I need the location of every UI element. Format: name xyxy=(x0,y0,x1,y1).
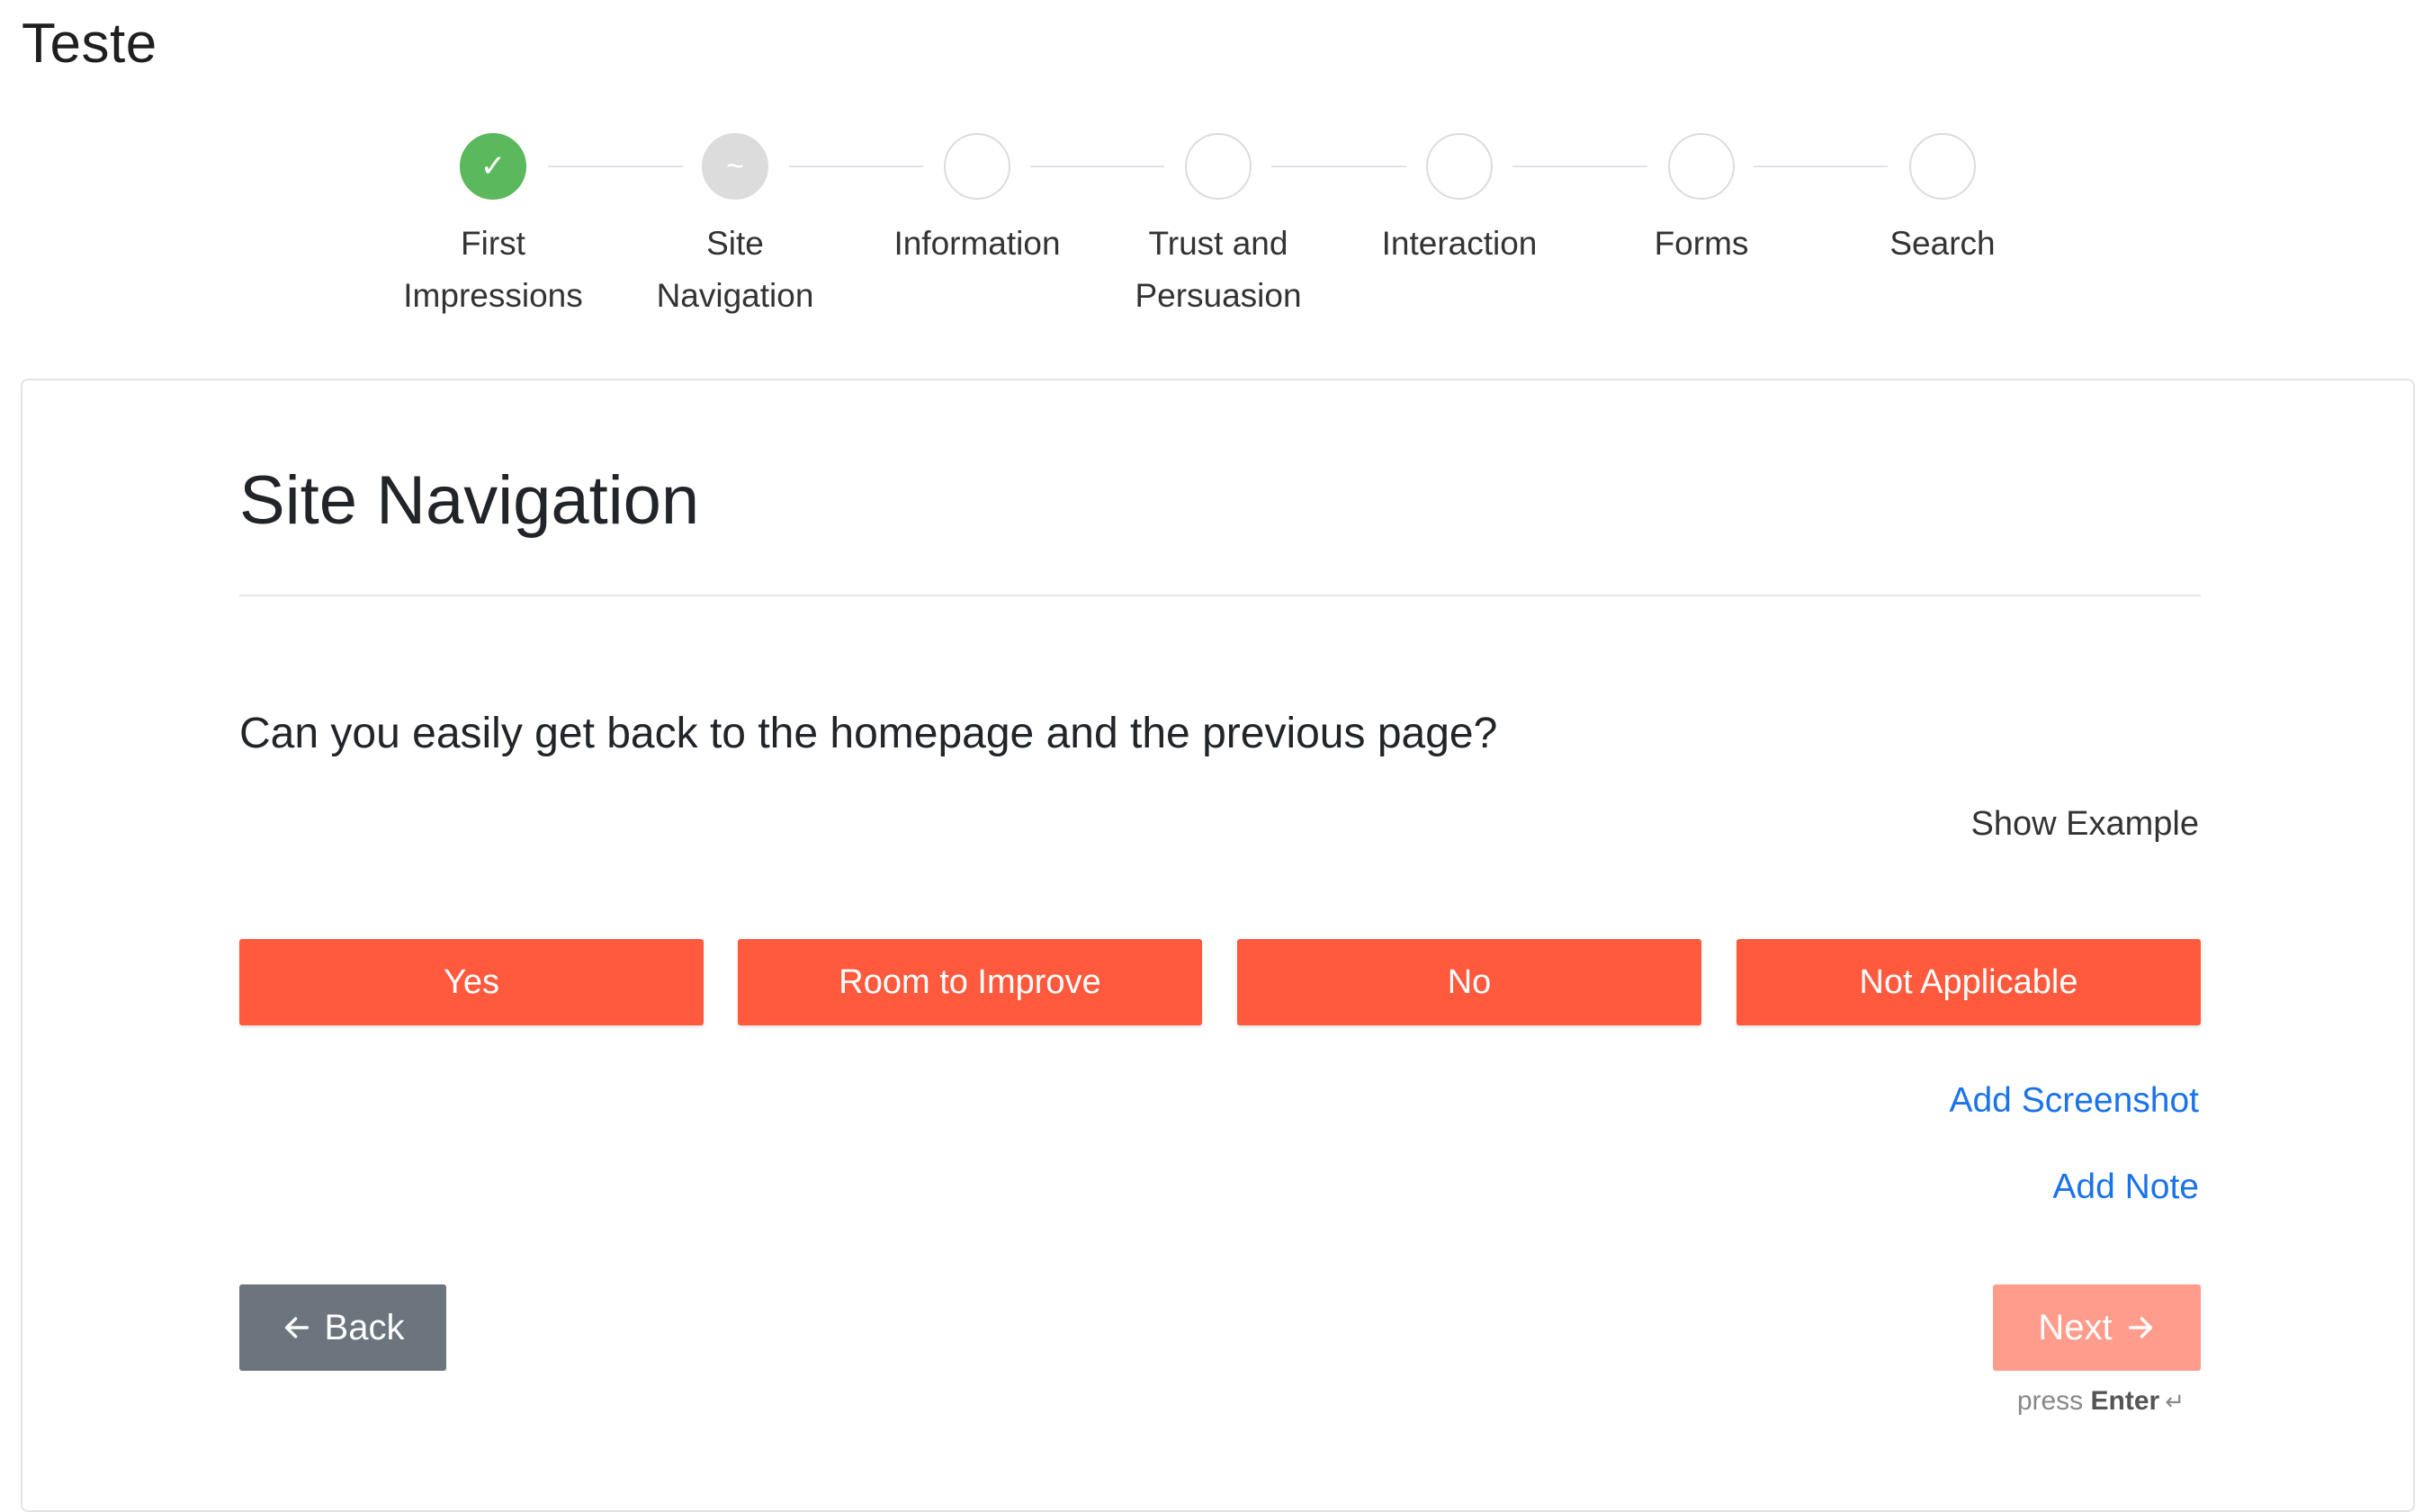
step-circle xyxy=(1668,133,1735,200)
step-label: Forms xyxy=(1654,225,1749,262)
add-note-link[interactable]: Add Note xyxy=(2052,1162,2199,1212)
answer-yes-button[interactable]: Yes xyxy=(239,939,704,1025)
step-label: Site Navigation xyxy=(656,225,814,314)
step-circle xyxy=(944,133,1010,200)
step-search[interactable]: Search xyxy=(1821,133,2064,270)
question-card: Site Navigation Can you easily get back … xyxy=(21,379,2415,1512)
step-circle xyxy=(1909,133,1976,200)
step-trust-and-persuasion[interactable]: Trust and Persuasion xyxy=(1097,133,1340,322)
step-information[interactable]: Information xyxy=(856,133,1099,270)
step-label: Information xyxy=(893,225,1061,262)
step-label: Interaction xyxy=(1381,225,1538,262)
step-label: Search xyxy=(1889,225,1996,262)
answer-room-to-improve-button[interactable]: Room to Improve xyxy=(738,939,1202,1025)
keyboard-hint: press Enter ↵ xyxy=(2016,1386,2185,1416)
step-forms[interactable]: Forms xyxy=(1580,133,1823,270)
step-circle xyxy=(1426,133,1493,200)
step-label: Trust and Persuasion xyxy=(1135,225,1302,314)
step-circle xyxy=(1185,133,1252,200)
answer-no-button[interactable]: No xyxy=(1237,939,1701,1025)
back-button[interactable]: Back xyxy=(239,1284,446,1371)
step-first-impressions[interactable]: ✓ First Impressions xyxy=(372,133,615,322)
question-text: Can you easily get back to the homepage … xyxy=(239,710,1498,757)
step-label: First Impressions xyxy=(403,225,583,314)
enter-key-label: Enter xyxy=(2090,1386,2160,1416)
divider xyxy=(239,595,2201,596)
check-icon: ✓ xyxy=(460,133,526,200)
answer-not-applicable-button[interactable]: Not Applicable xyxy=(1737,939,2201,1025)
add-screenshot-link[interactable]: Add Screenshot xyxy=(1949,1076,2199,1126)
show-example-link[interactable]: Show Example xyxy=(1971,799,2199,849)
next-button[interactable]: Next xyxy=(1993,1284,2201,1371)
arrow-left-icon xyxy=(282,1312,312,1343)
next-label: Next xyxy=(2038,1307,2113,1347)
step-interaction[interactable]: Interaction xyxy=(1338,133,1581,270)
return-key-icon: ↵ xyxy=(2165,1388,2185,1415)
in-progress-icon: ~ xyxy=(702,133,768,200)
step-site-navigation[interactable]: ~ Site Navigation xyxy=(614,133,857,322)
arrow-right-icon xyxy=(2125,1312,2156,1343)
back-label: Back xyxy=(324,1307,405,1347)
section-title: Site Navigation xyxy=(239,462,700,539)
app-title: Teste xyxy=(22,13,157,75)
